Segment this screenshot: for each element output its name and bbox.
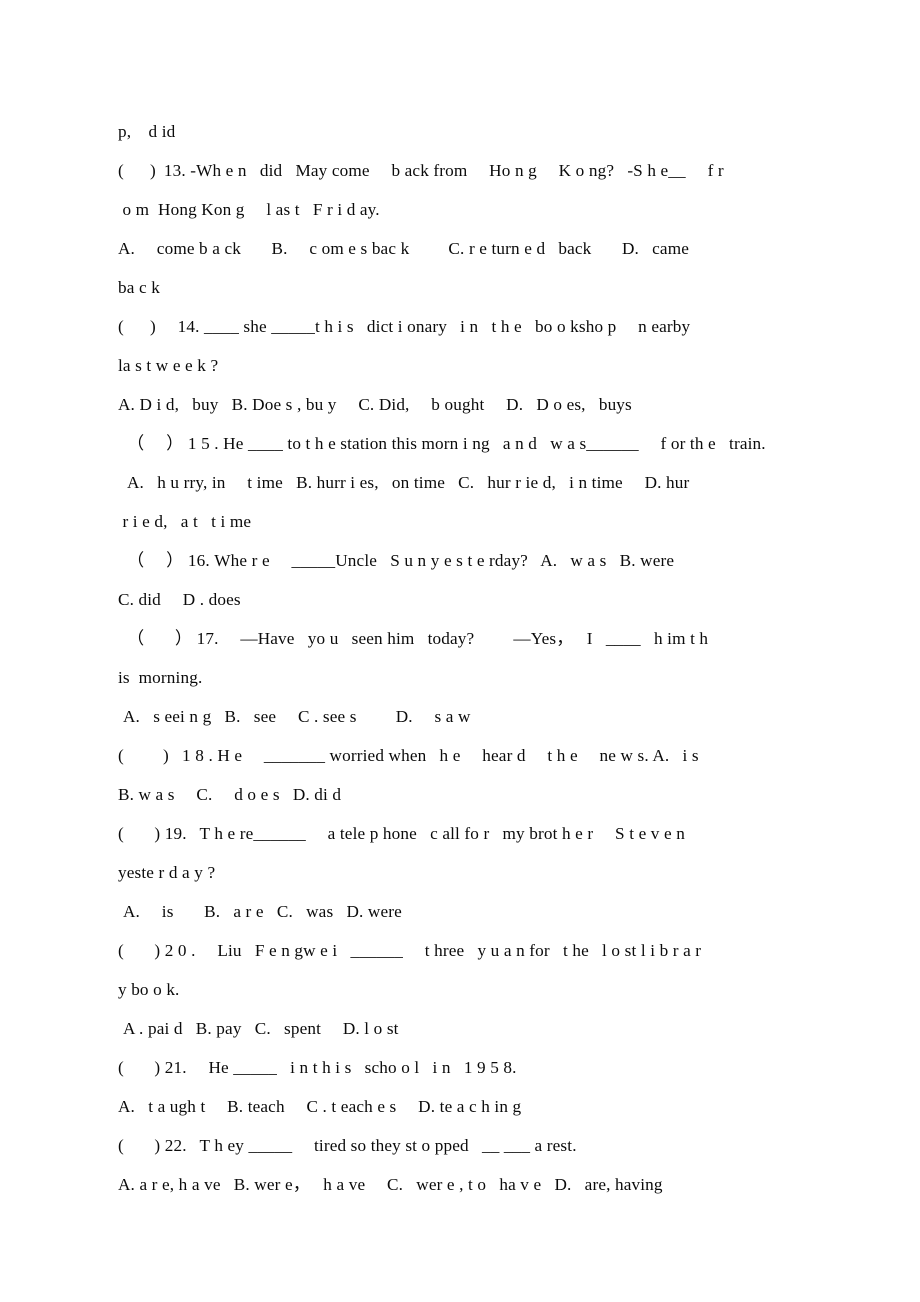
text-line-options-16: C. did D . does — [118, 590, 241, 609]
text-line: is morning. — [118, 668, 203, 687]
text-line-question-17: （ ） 17. —Have yo u seen him today? —Yes，… — [127, 629, 709, 648]
text-line-options-17: A. s eei n g B. see C . see s D. s a w — [123, 707, 471, 726]
text-line-options-18: B. w a s C. d o e s D. di d — [118, 785, 342, 804]
text-line: r i e d, a t t i me — [118, 512, 252, 531]
text-line-question-18: ( ) 1 8 . H e _______ worried when h e h… — [118, 746, 699, 765]
text-line-question-19: ( ) 19. T h e re______ a tele p hone c a… — [118, 824, 685, 843]
text-line-question-16: （ ） 16. Whe r e _____Uncle S u n y e s t… — [127, 551, 675, 570]
text-line-options-20: A . pai d B. pay C. spent D. l o st — [123, 1019, 399, 1038]
text-line-question-20: ( ) 2 0 . Liu F e n gw e i ______ t hree… — [118, 941, 702, 960]
text-line-question-21: ( ) 21. He _____ i n t h i s scho o l i … — [118, 1058, 517, 1077]
text-line: la s t w e e k ? — [118, 356, 219, 375]
text-line-question-22: ( ) 22. T h ey _____ tired so they st o … — [118, 1136, 577, 1155]
text-line-options-19: A. is B. a r e C. was D. were — [123, 902, 402, 921]
text-line: p, d id — [118, 122, 176, 141]
document-text-body: p, d id ( ) 13. -Wh e n did May come b a… — [118, 112, 918, 1204]
text-line-options-15: A. h u rry, in t ime B. hurr i es, on ti… — [127, 473, 690, 492]
text-line: y bo o k. — [118, 980, 180, 999]
text-line-options-13: A. come b a ck B. c om e s bac k C. r e … — [118, 239, 690, 258]
text-line-options-14: A. D i d, buy B. Doe s , bu y C. Did, b … — [118, 395, 632, 414]
text-line-options-21: A. t a ugh t B. teach C . t each e s D. … — [118, 1097, 522, 1116]
document-page: p, d id ( ) 13. -Wh e n did May come b a… — [0, 0, 920, 1302]
text-line: yeste r d a y ? — [118, 863, 216, 882]
text-line: o m Hong Kon g l as t F r i d ay. — [118, 200, 380, 219]
text-line-question-13: ( ) 13. -Wh e n did May come b ack from … — [118, 161, 724, 180]
text-line-options-22: A. a r e, h a ve B. wer e， h a ve C. wer… — [118, 1175, 663, 1194]
text-line-question-15: （ ） 1 5 . He ____ to t h e station this … — [127, 434, 766, 453]
text-line: ba c k — [118, 278, 160, 297]
text-line-question-14: ( ) 14. ____ she _____t h i s dict i ona… — [118, 317, 691, 336]
